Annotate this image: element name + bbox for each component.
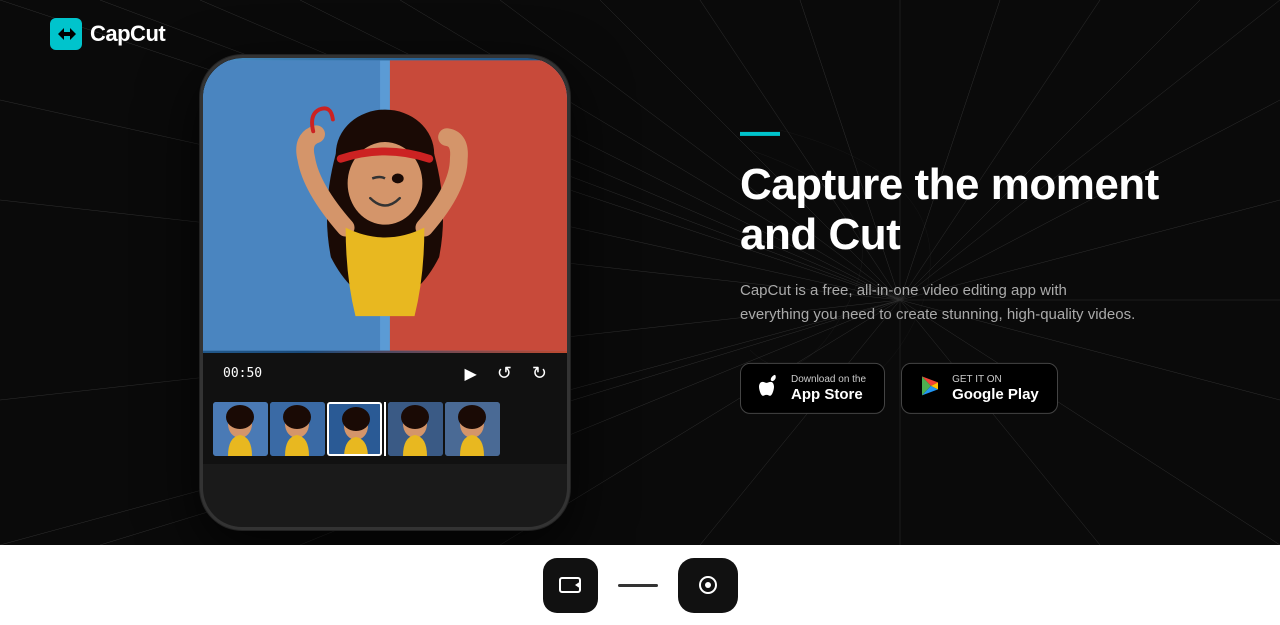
film-frame-5 (445, 402, 500, 456)
app-store-large-label: App Store (791, 387, 866, 402)
google-play-small-label: GET IT ON (952, 375, 1039, 385)
capcut-logo-icon (50, 18, 82, 50)
google-play-button[interactable]: GET IT ON Google Play (901, 363, 1058, 414)
description-text: CapCut is a free, all-in-one video editi… (740, 279, 1140, 327)
film-frame-3 (327, 402, 382, 456)
bottom-section (0, 545, 1280, 625)
main-heading: Capture the moment and Cut (740, 159, 1200, 260)
film-frame-4 (388, 402, 443, 456)
phone-inner: 00:50 ▶ ↺ ↻ (203, 58, 567, 527)
apple-icon (759, 374, 781, 403)
app-store-small-label: Download on the (791, 375, 866, 385)
timeline-cursor (384, 402, 386, 456)
bottom-icon-2 (678, 558, 738, 613)
playback-controls: ▶ ↺ ↻ (465, 363, 548, 384)
google-play-text: GET IT ON Google Play (952, 375, 1039, 402)
film-frame-2 (270, 402, 325, 456)
forward-button[interactable]: ↻ (532, 363, 547, 384)
google-play-large-label: Google Play (952, 387, 1039, 402)
girl-image (203, 58, 567, 353)
video-timestamp: 00:50 (223, 366, 262, 381)
hero-section: CapCut (0, 0, 1280, 545)
app-store-text: Download on the App Store (791, 375, 866, 402)
phone-mockup: 00:50 ▶ ↺ ↻ (200, 55, 580, 535)
bottom-icon-1 (543, 558, 598, 613)
phone-frame: 00:50 ▶ ↺ ↻ (200, 55, 570, 530)
filmstrip-timeline[interactable] (203, 394, 567, 464)
logo-text: CapCut (90, 21, 165, 47)
rewind-button[interactable]: ↺ (497, 363, 512, 384)
play-button[interactable]: ▶ (465, 364, 477, 384)
app-store-button[interactable]: Download on the App Store (740, 363, 885, 414)
google-play-icon (920, 375, 942, 402)
phone-controls-bar: 00:50 ▶ ↺ ↻ (203, 353, 567, 394)
accent-bar (740, 131, 780, 135)
store-buttons-container: Download on the App Store GET IT ON (740, 363, 1200, 414)
film-frame-1 (213, 402, 268, 456)
bottom-icons-row (543, 558, 738, 613)
bottom-divider (618, 584, 658, 587)
navbar: CapCut (0, 0, 1280, 68)
content-section: Capture the moment and Cut CapCut is a f… (740, 131, 1200, 413)
logo[interactable]: CapCut (50, 18, 165, 50)
video-preview (203, 58, 567, 353)
